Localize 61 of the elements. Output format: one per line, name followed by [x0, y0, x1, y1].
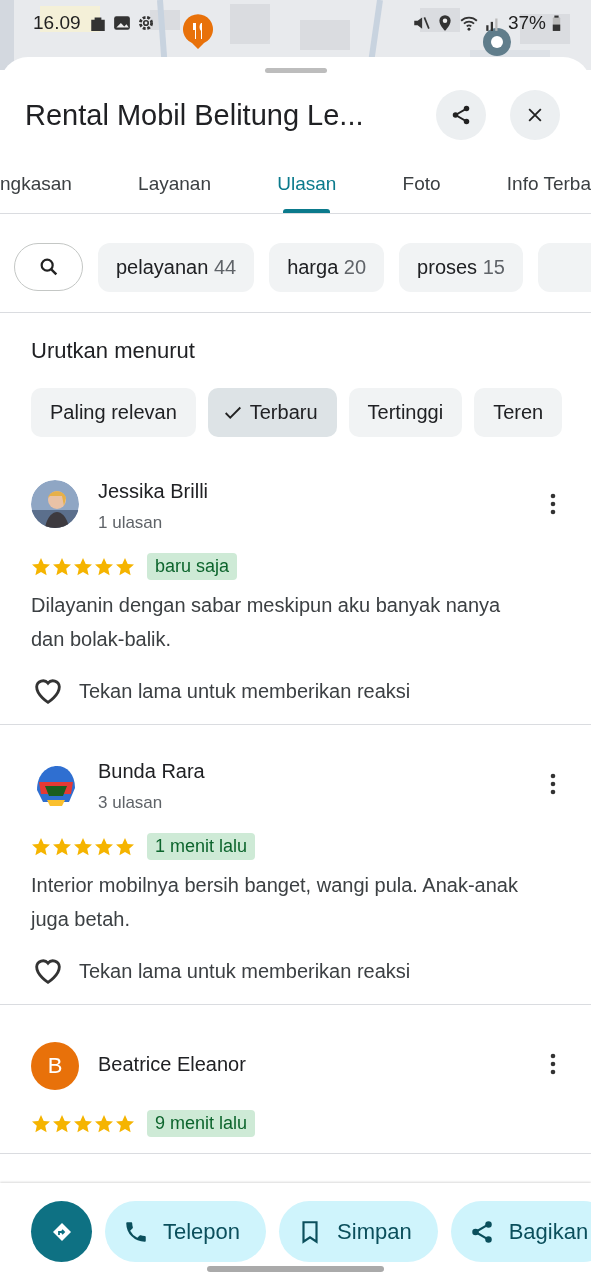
map-pin-icon[interactable]: [182, 14, 214, 50]
review-text: Interior mobilnya bersih banget, wangi pula. Anak-anak juga betah.: [31, 873, 519, 932]
star-icon: [31, 556, 51, 577]
call-button[interactable]: Telepon: [105, 1201, 267, 1262]
share-button[interactable]: [436, 90, 486, 140]
star-icon: [73, 1113, 93, 1134]
star-icon: [52, 836, 72, 857]
wifi-icon: [459, 14, 478, 32]
star-icon: [94, 556, 114, 577]
battery-level: 37%: [507, 12, 546, 34]
sort-heading: Urutkan menurut: [30, 337, 196, 364]
time-badge: 9 menit lalu: [147, 1110, 256, 1137]
avatar: B: [31, 1042, 79, 1090]
reviewer-name: Jessika Brilli: [98, 480, 210, 503]
tab[interactable]: ngkasan: [0, 155, 80, 213]
settings-icon: [136, 14, 155, 32]
sort-chip[interactable]: Teren: [474, 388, 563, 437]
reviewer-name: Beatrice Eleanor: [98, 1052, 247, 1076]
review-text: Dilayanin dengan sabar meskipun aku banyak nanya dan bolak-balik.: [31, 593, 502, 652]
topic-chip[interactable]: proses 15: [399, 243, 523, 292]
more-icon[interactable]: [550, 773, 556, 795]
more-icon[interactable]: [550, 1053, 556, 1075]
directions-button[interactable]: [31, 1201, 92, 1262]
star-icon: [52, 556, 72, 577]
star-icon: [94, 1113, 114, 1134]
mute-icon: [411, 14, 430, 32]
share-icon: [450, 104, 472, 126]
sort-chip[interactable]: Terbaru: [207, 388, 337, 437]
battery-icon: [552, 14, 561, 32]
more-icon[interactable]: [550, 493, 556, 515]
star-icon: [73, 556, 93, 577]
review-count: 1 ulasan: [98, 513, 164, 533]
star-icon: [31, 1113, 51, 1134]
star-icon: [115, 836, 135, 857]
close-button[interactable]: [510, 90, 560, 140]
reaction-hint: Tekan lama untuk memberikan reaksi: [79, 679, 411, 703]
tab[interactable]: Info Terba: [498, 155, 591, 213]
topic-chip[interactable]: harga 20: [269, 243, 385, 292]
sort-chip[interactable]: Tertinggi: [348, 388, 463, 437]
star-icon: [52, 1113, 72, 1134]
time-badge: 1 menit lalu: [147, 833, 256, 860]
place-title: Rental Mobil Belitung Le...: [25, 98, 365, 132]
save-button[interactable]: Simpan: [279, 1201, 438, 1262]
share-button[interactable]: Bagikan: [450, 1201, 591, 1262]
star-icon: [94, 836, 114, 857]
time-badge: baru saja: [147, 553, 238, 580]
sort-chip[interactable]: Paling relevan: [31, 388, 196, 437]
tab[interactable]: Foto: [394, 155, 449, 213]
review-count: 3 ulasan: [98, 793, 164, 813]
drag-handle[interactable]: [264, 68, 327, 73]
tab[interactable]: Ulasan: [269, 155, 345, 213]
star-icon: [73, 836, 93, 857]
topic-chip[interactable]: pelayanan 44: [98, 243, 255, 292]
star-icon: [115, 556, 135, 577]
search-button[interactable]: [14, 243, 83, 291]
reaction-hint: Tekan lama untuk memberikan reaksi: [79, 959, 411, 983]
tab[interactable]: Layanan: [130, 155, 219, 213]
reviewer-name: Bunda Rara: [98, 760, 206, 783]
status-time: 16.09: [33, 12, 81, 34]
star-icon: [31, 836, 51, 857]
star-icon: [115, 1113, 135, 1134]
